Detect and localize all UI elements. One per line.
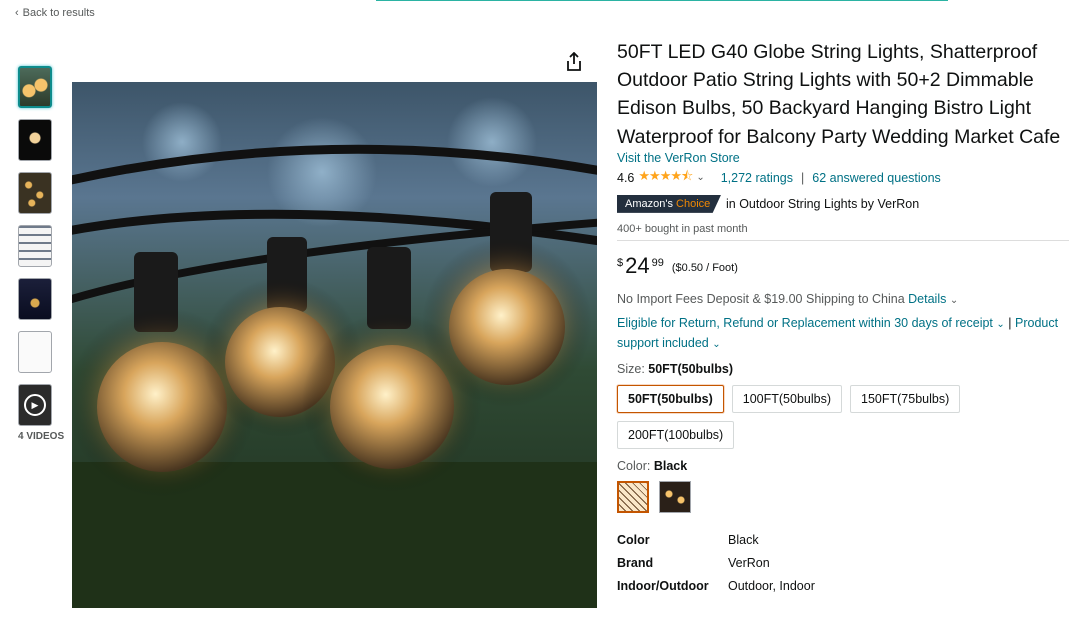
price-whole: 24 (625, 252, 650, 278)
shipping-details-link[interactable]: Details (908, 292, 946, 306)
rating-row: 4.6 ★★★★⯪ ⌄ 1,272 ratings | 62 answered … (617, 167, 1069, 189)
chevron-down-icon[interactable]: ⌄ (996, 319, 1004, 330)
badge-text: Amazon's (625, 197, 673, 210)
rating-value: 4.6 (617, 170, 635, 185)
play-icon: ▶ (24, 394, 46, 416)
color-swatches (617, 480, 1069, 513)
product-details: 50FT LED G40 Globe String Lights, Shatte… (617, 38, 1069, 602)
main-product-image[interactable] (72, 82, 597, 608)
ratings-count-link[interactable]: 1,272 ratings (721, 171, 793, 185)
size-option-200ft[interactable]: 200FT(100bulbs) (617, 420, 735, 449)
eligibility-link[interactable]: Eligible for Return, Refund or Replaceme… (617, 316, 993, 330)
chevron-down-icon[interactable]: ⌄ (712, 339, 720, 350)
thumbnail-2[interactable] (18, 119, 52, 161)
size-option-50ft[interactable]: 50FT(50bulbs) (617, 384, 724, 413)
eligibility-info: Eligible for Return, Refund or Replaceme… (617, 314, 1069, 354)
thumbnail-3[interactable] (18, 172, 52, 214)
spec-key: Indoor/Outdoor (617, 578, 709, 593)
separator: | (801, 170, 805, 185)
chevron-left-icon: ‹ (15, 7, 19, 19)
spec-row: Indoor/Outdoor Outdoor, Indoor (617, 579, 1069, 602)
answered-questions-link[interactable]: 62 answered questions (812, 171, 941, 185)
price-fraction: 99 (651, 256, 664, 269)
color-swatch-black[interactable] (617, 480, 649, 513)
chevron-down-icon[interactable]: ⌄ (696, 172, 704, 183)
size-options: 50FT(50bulbs) 100FT(50bulbs) 150FT(75bul… (617, 384, 977, 449)
size-label: Size: 50FT(50bulbs) (617, 362, 1069, 376)
price-per-unit: ($0.50 / Foot) (671, 261, 738, 274)
color-selected: Black (653, 458, 688, 473)
thumbnail-5[interactable] (18, 278, 52, 320)
top-accent-line (376, 0, 948, 1)
thumbnail-1[interactable] (18, 66, 52, 108)
store-link[interactable]: Visit the VerRon Store (617, 151, 1069, 165)
video-thumbnail[interactable]: ▶ (18, 384, 52, 426)
back-label: Back to results (22, 7, 95, 19)
size-option-100ft[interactable]: 100FT(50bulbs) (731, 384, 842, 413)
thumbnail-strip: ▶ 4 VIDEOS (18, 66, 65, 442)
specs-table: Color Black Brand VerRon Indoor/Outdoor … (617, 533, 1069, 602)
separator: | (1008, 315, 1012, 330)
amazons-choice-row: Amazon's Choice in Outdoor String Lights… (617, 194, 1069, 213)
size-label-text: Size: (617, 361, 645, 376)
shipping-info: No Import Fees Deposit & $19.00 Shipping… (617, 292, 1069, 306)
spec-key: Color (617, 532, 650, 547)
spec-row: Color Black (617, 533, 1069, 556)
share-icon[interactable] (565, 52, 583, 72)
badge-choice-text: Choice (676, 197, 711, 210)
price: $ 24 99 ($0.50 / Foot) (617, 252, 1069, 278)
videos-count-label: 4 VIDEOS (18, 431, 65, 442)
thumbnail-4[interactable] (18, 225, 52, 267)
bought-count: 400+ bought in past month (617, 223, 1069, 241)
spec-row: Brand VerRon (617, 556, 1069, 579)
badge-context: in Outdoor String Lights by VerRon (726, 196, 920, 211)
back-to-results-link[interactable]: ‹ Back to results (15, 7, 95, 19)
string-lights-photo (72, 97, 597, 608)
star-rating-icon[interactable]: ★★★★⯪ (638, 167, 693, 189)
size-option-150ft[interactable]: 150FT(75bulbs) (850, 384, 961, 413)
thumbnail-6[interactable] (18, 331, 52, 373)
color-swatch-2[interactable] (659, 480, 691, 513)
product-title: 50FT LED G40 Globe String Lights, Shatte… (617, 41, 1061, 148)
price-symbol: $ (617, 256, 624, 269)
spec-value: VerRon (728, 555, 770, 570)
shipping-text: No Import Fees Deposit & $19.00 Shipping… (617, 291, 905, 306)
spec-key: Brand (617, 555, 654, 570)
chevron-down-icon[interactable]: ⌄ (950, 295, 958, 306)
size-selected: 50FT(50bulbs) (648, 361, 734, 376)
color-label: Color: Black (617, 459, 1069, 473)
color-label-text: Color: (617, 458, 651, 473)
spec-value: Outdoor, Indoor (728, 578, 815, 593)
spec-value: Black (728, 532, 759, 547)
amazons-choice-badge[interactable]: Amazon's Choice (617, 194, 721, 213)
